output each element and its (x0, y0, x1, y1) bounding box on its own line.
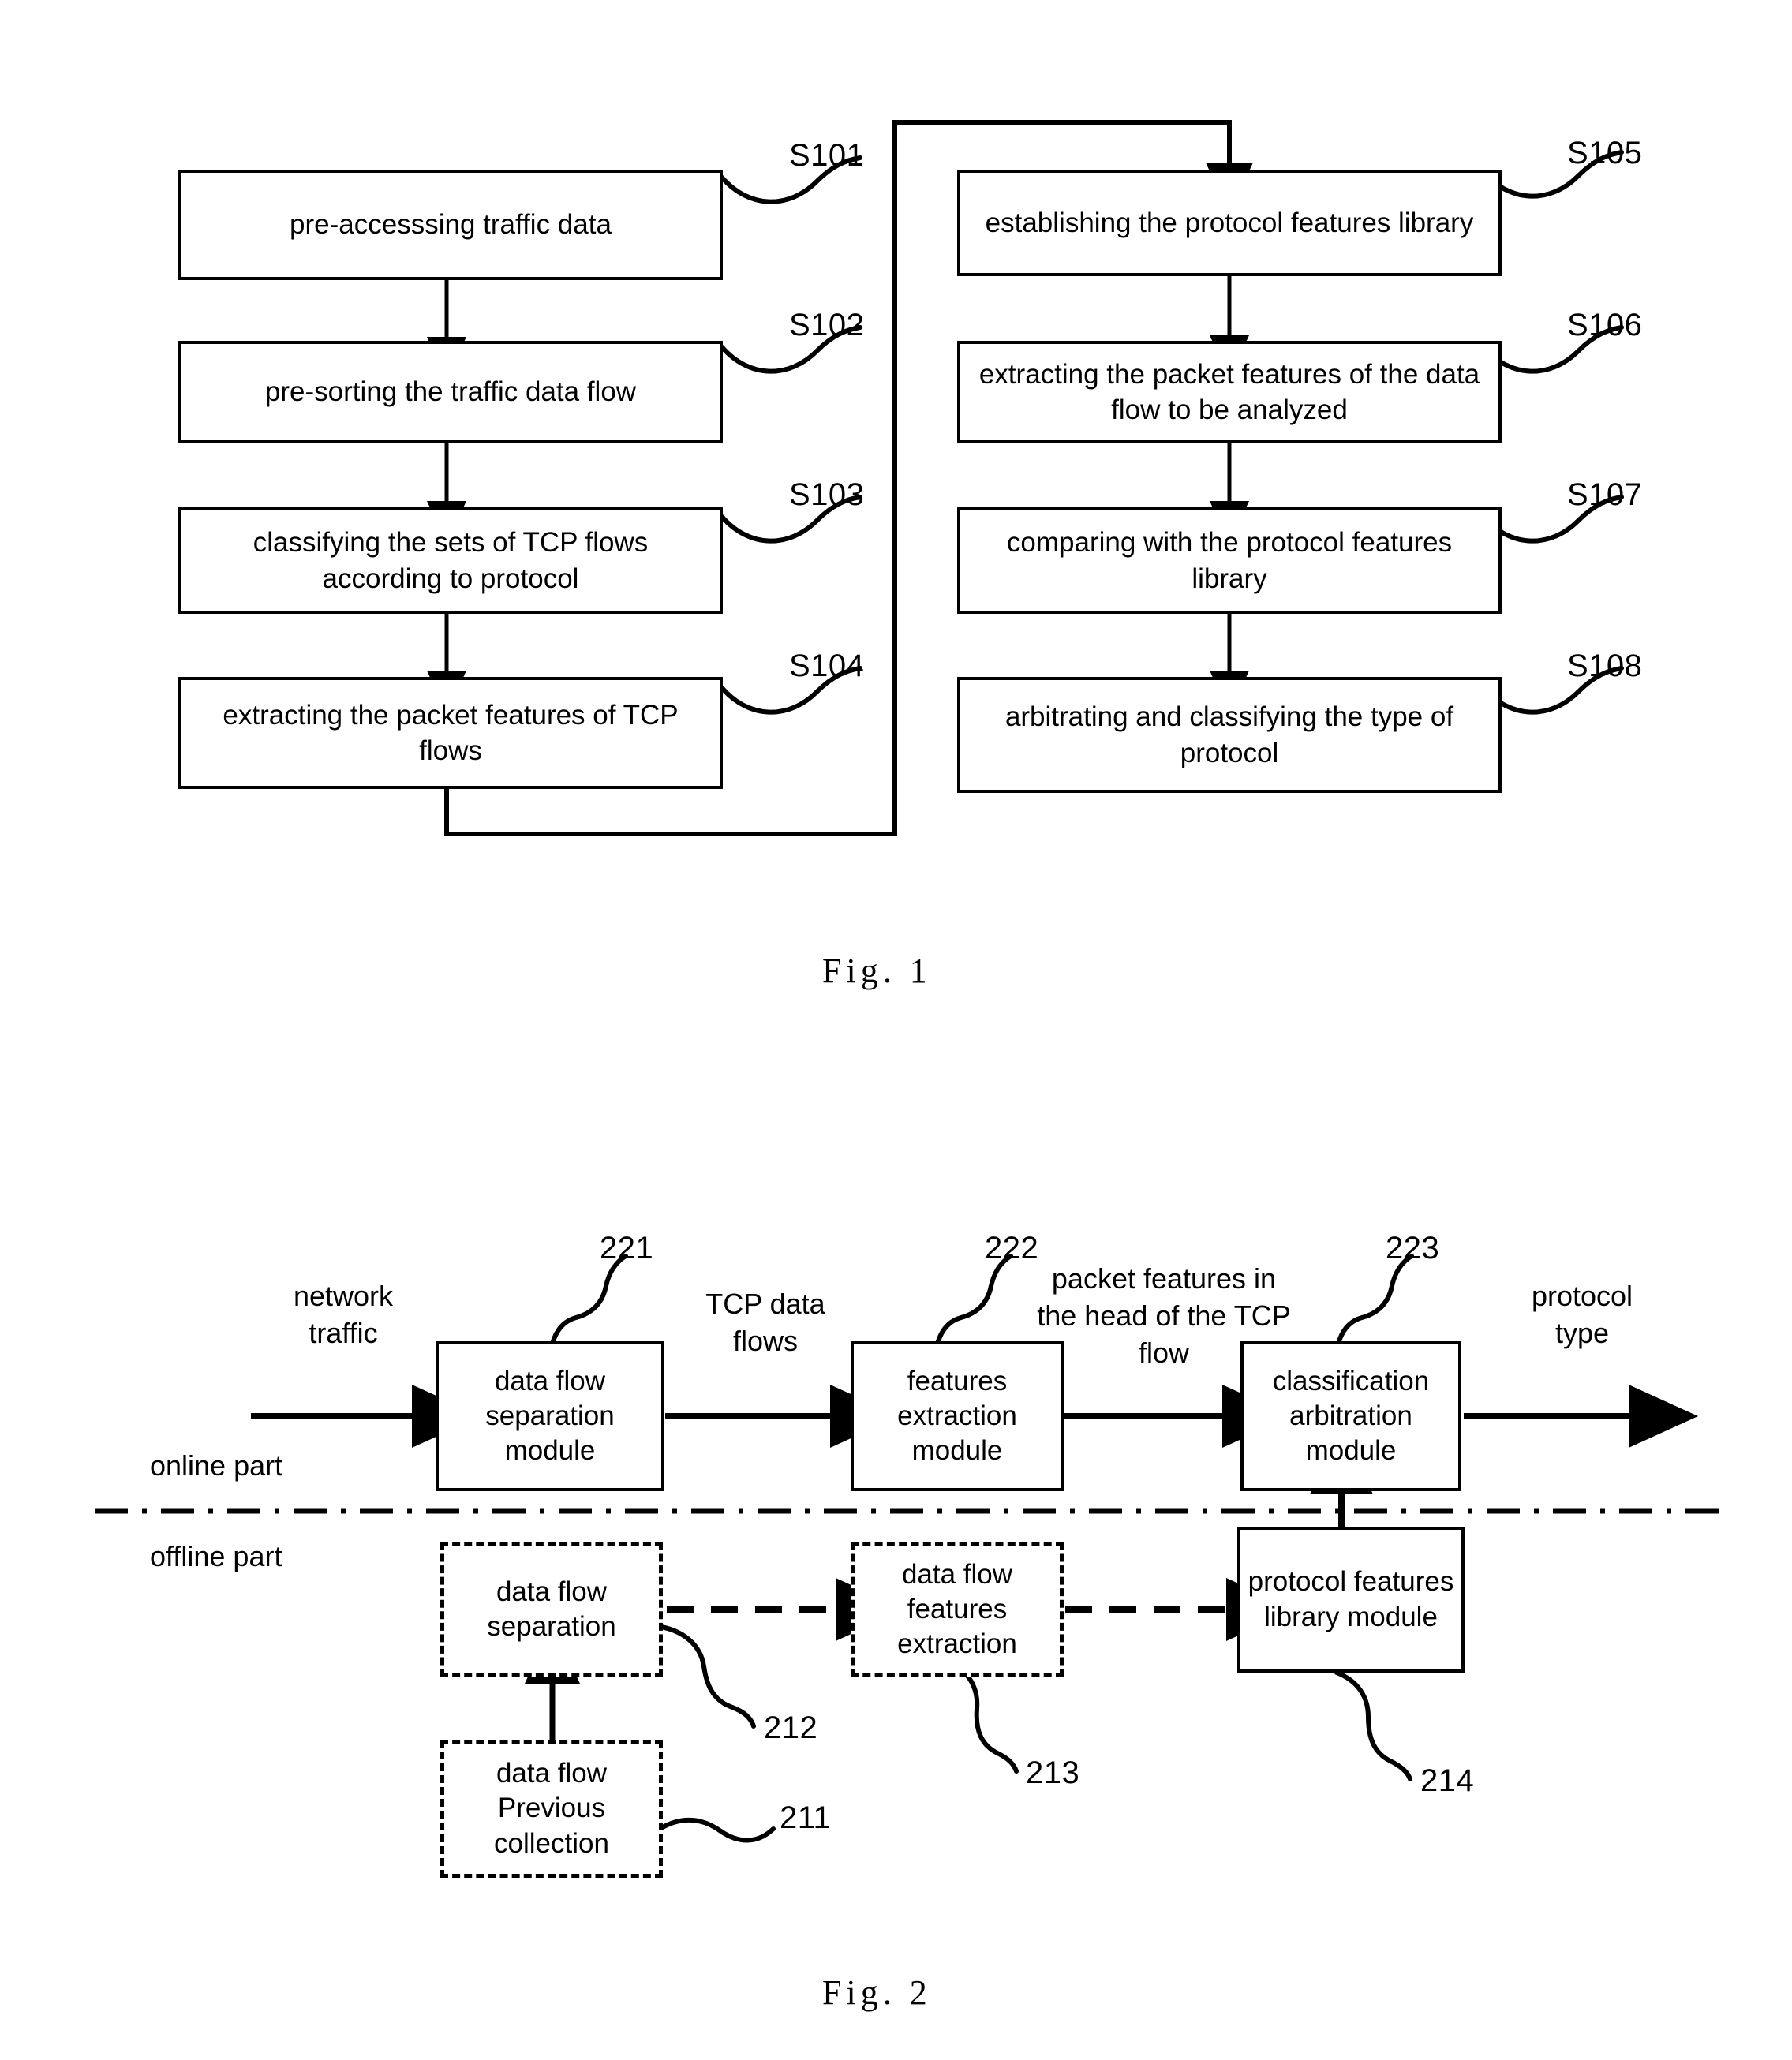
offline-part-label: offline part (150, 1540, 282, 1572)
network-traffic-label: network traffic (293, 1280, 394, 1349)
reference-numeral-s108: S108 (1567, 649, 1643, 683)
module-text-214: protocol features library module (1248, 1566, 1454, 1632)
flow-step-text-s108: arbitrating and classifying the type of … (1004, 701, 1454, 768)
flow-step-box-s102: pre-sorting the traffic data flow (178, 341, 723, 443)
flow-step-box-s107: comparing with the protocol features lib… (957, 507, 1502, 614)
reference-numeral-s102: S102 (789, 308, 865, 342)
module-text-223: classification arbitration module (1272, 1365, 1430, 1467)
module-box-classification-arbitration: classification arbitration module (1240, 1341, 1461, 1491)
protocol-type-label: protocol type (1531, 1280, 1633, 1349)
tcp-data-flows-label: TCP data flows (705, 1288, 825, 1357)
flow-step-text-s103: classifying the sets of TCP flows accord… (253, 527, 649, 594)
reference-numeral-s107: S107 (1567, 477, 1643, 512)
reference-numeral-214: 214 (1420, 1763, 1475, 1798)
reference-numeral-221: 221 (600, 1231, 654, 1266)
reference-numeral-211: 211 (780, 1800, 832, 1835)
module-box-data-flow-previous-collection: data flow Previous collection (440, 1740, 663, 1878)
flow-step-box-s103: classifying the sets of TCP flows accord… (178, 507, 723, 614)
flow-step-text-s107: comparing with the protocol features lib… (1006, 527, 1453, 594)
flow-step-box-s104: extracting the packet features of TCP fl… (178, 677, 723, 789)
online-part-label: online part (150, 1449, 283, 1482)
flow-step-box-s105: establishing the protocol features libra… (957, 170, 1502, 276)
figure-2-caption: Fig. 2 (822, 1973, 932, 2012)
flow-step-text-s104: extracting the packet features of TCP fl… (223, 699, 679, 767)
reference-numeral-s103: S103 (789, 477, 865, 512)
module-text-212: data flow separation (487, 1576, 616, 1642)
module-text-222: features extraction module (897, 1365, 1017, 1467)
module-text-221: data flow separation module (485, 1365, 615, 1467)
reference-numeral-s105: S105 (1567, 136, 1643, 170)
module-box-protocol-features-library: protocol features library module (1237, 1527, 1465, 1673)
figure-1-caption: Fig. 1 (822, 951, 932, 990)
flow-step-box-s101: pre-accesssing traffic data (178, 170, 723, 280)
reference-numeral-s106: S106 (1567, 308, 1643, 342)
module-box-offline-features-extraction: data flow features extraction (851, 1542, 1064, 1677)
flow-step-box-s106: extracting the packet features of the da… (957, 341, 1502, 443)
module-text-213: data flow features extraction (897, 1558, 1017, 1660)
module-text-211: data flow Previous collection (494, 1758, 609, 1859)
connector-lines (95, 120, 1724, 1843)
figure-sheet: pre-accesssing traffic data S101 pre-sor… (0, 0, 1792, 2060)
flow-step-text-s102: pre-sorting the traffic data flow (264, 376, 637, 408)
reference-numeral-212: 212 (764, 1710, 818, 1745)
flow-step-text-s101: pre-accesssing traffic data (290, 209, 612, 241)
module-box-data-flow-separation: data flow separation module (436, 1341, 664, 1491)
module-box-offline-data-flow-separation: data flow separation (440, 1542, 663, 1677)
flow-step-box-s108: arbitrating and classifying the type of … (957, 677, 1502, 793)
reference-numeral-s104: S104 (789, 649, 865, 683)
reference-numeral-213: 213 (1026, 1755, 1080, 1790)
flow-step-text-s105: establishing the protocol features libra… (985, 207, 1474, 238)
reference-numeral-s101: S101 (789, 138, 865, 173)
flow-step-text-s106: extracting the packet features of the da… (978, 358, 1480, 426)
reference-numeral-223: 223 (1386, 1231, 1440, 1266)
